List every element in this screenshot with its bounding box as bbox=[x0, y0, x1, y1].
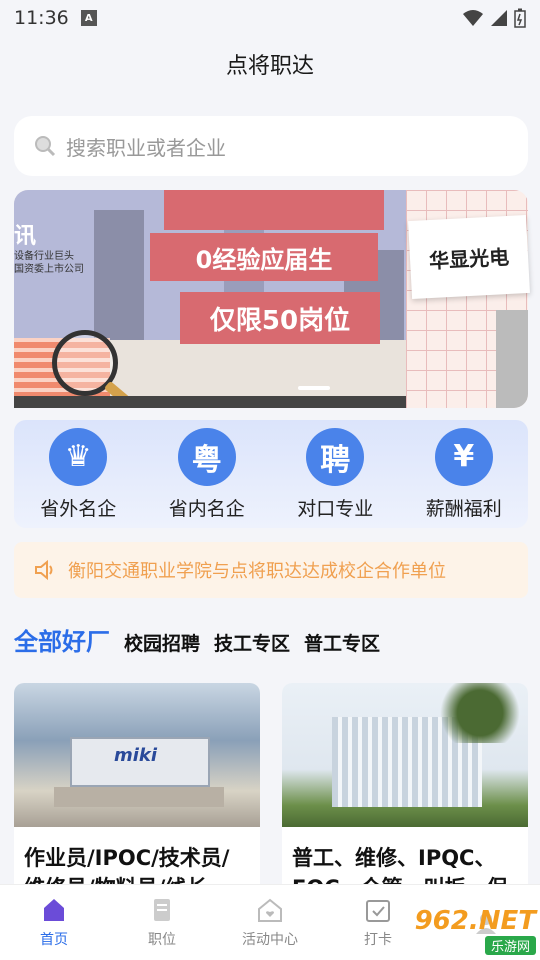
battery-icon bbox=[514, 8, 526, 28]
status-bar: 11:36 A bbox=[0, 0, 540, 36]
banner-bottom-strip bbox=[14, 396, 406, 408]
job-card[interactable]: miki 作业员/IPOC/技术员/维修员/物料员/线长 bbox=[14, 683, 260, 903]
watermark-sub: 乐游网 bbox=[484, 935, 536, 955]
category-label: 薪酬福利 bbox=[425, 497, 502, 520]
speaker-icon bbox=[35, 559, 53, 581]
category-label: 省内名企 bbox=[168, 497, 245, 520]
category-in-province[interactable]: 粤 省内名企 bbox=[147, 427, 267, 521]
banner-indicator[interactable] bbox=[298, 386, 330, 390]
category-bar: ♛ 省外名企 粤 省内名企 聘 对口专业 ¥ 薪酬福利 bbox=[14, 420, 528, 528]
money-bag-icon: ¥ bbox=[434, 427, 493, 486]
banner-company-name: 华显光电 bbox=[408, 214, 530, 300]
search-icon bbox=[35, 136, 56, 157]
company-photo: miki bbox=[14, 683, 260, 827]
category-out-province[interactable]: ♛ 省外名企 bbox=[18, 427, 138, 521]
nav-activity[interactable]: 活动中心 bbox=[225, 897, 315, 949]
category-label: 省外名企 bbox=[40, 497, 117, 520]
activity-icon bbox=[258, 898, 282, 922]
nav-label: 活动中心 bbox=[242, 931, 298, 948]
nav-label: 职位 bbox=[148, 931, 176, 948]
search-placeholder: 搜索职业或者企业 bbox=[66, 135, 226, 160]
doc-icon bbox=[154, 898, 170, 921]
watermark-main: 962.NET bbox=[414, 905, 536, 936]
banner-corner-big: 讯 bbox=[14, 224, 37, 249]
crown-icon: ♛ bbox=[49, 427, 108, 486]
company-logo-text: miki bbox=[114, 745, 158, 766]
notice-text: 衡阳交通职业学院与点将职达达成校企合作单位 bbox=[68, 561, 446, 582]
filter-tabs: 全部好厂 校园招聘 技工专区 普工专区 bbox=[14, 622, 380, 657]
wifi-icon bbox=[463, 10, 483, 26]
site-watermark: 962.NET 乐游网 bbox=[404, 904, 536, 956]
category-label: 对口专业 bbox=[297, 497, 374, 520]
status-time: 11:36 bbox=[14, 7, 69, 29]
checkin-icon bbox=[366, 899, 390, 922]
tab-all[interactable]: 全部好厂 bbox=[14, 622, 110, 657]
pin-icon: 聘 bbox=[306, 427, 365, 486]
nav-label: 首页 bbox=[40, 931, 68, 948]
home-icon bbox=[44, 898, 64, 921]
yue-icon: 粤 bbox=[177, 427, 236, 486]
tab-general-worker[interactable]: 普工专区 bbox=[304, 629, 380, 656]
search-input[interactable]: 搜索职业或者企业 bbox=[14, 116, 528, 176]
banner-headline-2: 仅限50岗位 bbox=[180, 292, 380, 344]
sim-icon: A bbox=[80, 10, 97, 26]
company-photo bbox=[282, 683, 528, 827]
tab-campus[interactable]: 校园招聘 bbox=[124, 629, 200, 656]
nav-home[interactable]: 首页 bbox=[9, 897, 99, 949]
banner-headline-1: 0经验应届生 bbox=[150, 233, 378, 281]
banner-corner-text: 设备行业巨头 国资委上市公司 bbox=[14, 251, 84, 275]
page-title: 点将职达 bbox=[225, 54, 314, 79]
category-salary-benefits[interactable]: ¥ 薪酬福利 bbox=[404, 427, 524, 521]
nav-jobs[interactable]: 职位 bbox=[117, 897, 207, 949]
category-major-match[interactable]: 聘 对口专业 bbox=[275, 427, 395, 521]
notice-bar[interactable]: 衡阳交通职业学院与点将职达达成校企合作单位 bbox=[14, 542, 528, 598]
job-card[interactable]: 普工、维修、IPQC、FQC、仓管、叫扳、保安 bbox=[282, 683, 528, 903]
nav-label: 打卡 bbox=[364, 931, 392, 948]
tab-technician[interactable]: 技工专区 bbox=[214, 629, 290, 656]
signal-icon bbox=[491, 10, 507, 26]
